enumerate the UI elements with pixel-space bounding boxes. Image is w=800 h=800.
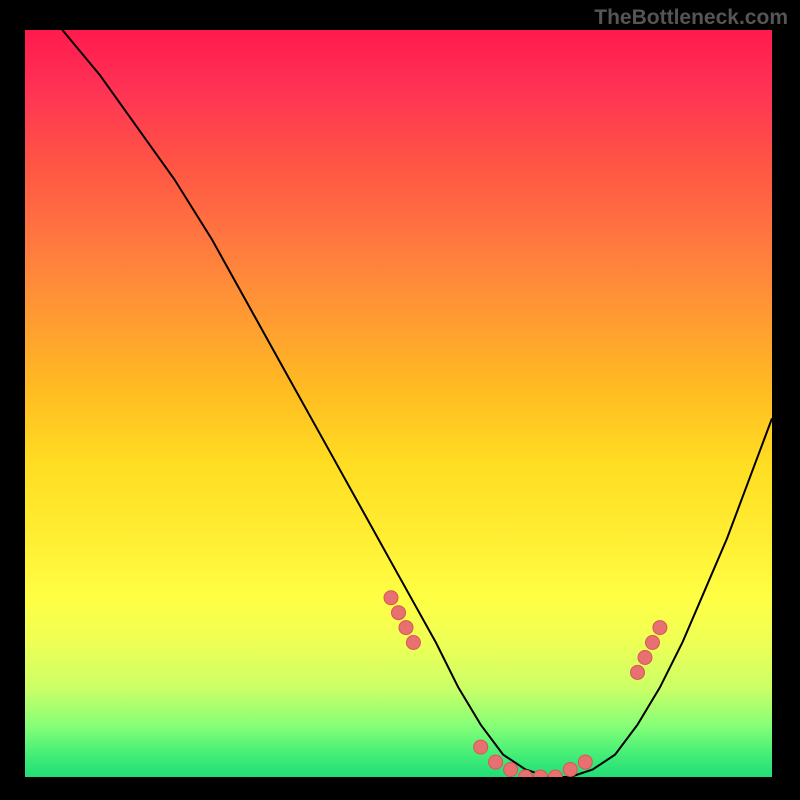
scatter-dots — [384, 591, 667, 777]
scatter-dot — [548, 770, 562, 777]
scatter-dot — [631, 665, 645, 679]
scatter-dot — [578, 755, 592, 769]
attribution-text: TheBottleneck.com — [594, 6, 788, 30]
scatter-dot — [519, 770, 533, 777]
chart-plot-area — [25, 30, 772, 777]
scatter-dot — [384, 591, 398, 605]
scatter-dot — [533, 770, 547, 777]
scatter-dot — [653, 621, 667, 635]
scatter-dot — [489, 755, 503, 769]
chart-svg — [25, 30, 772, 777]
scatter-dot — [638, 651, 652, 665]
scatter-dot — [646, 636, 660, 650]
scatter-dot — [563, 763, 577, 777]
bottleneck-curve — [62, 30, 772, 777]
scatter-dot — [406, 636, 420, 650]
scatter-dot — [399, 621, 413, 635]
scatter-dot — [474, 740, 488, 754]
scatter-dot — [504, 763, 518, 777]
scatter-dot — [392, 606, 406, 620]
